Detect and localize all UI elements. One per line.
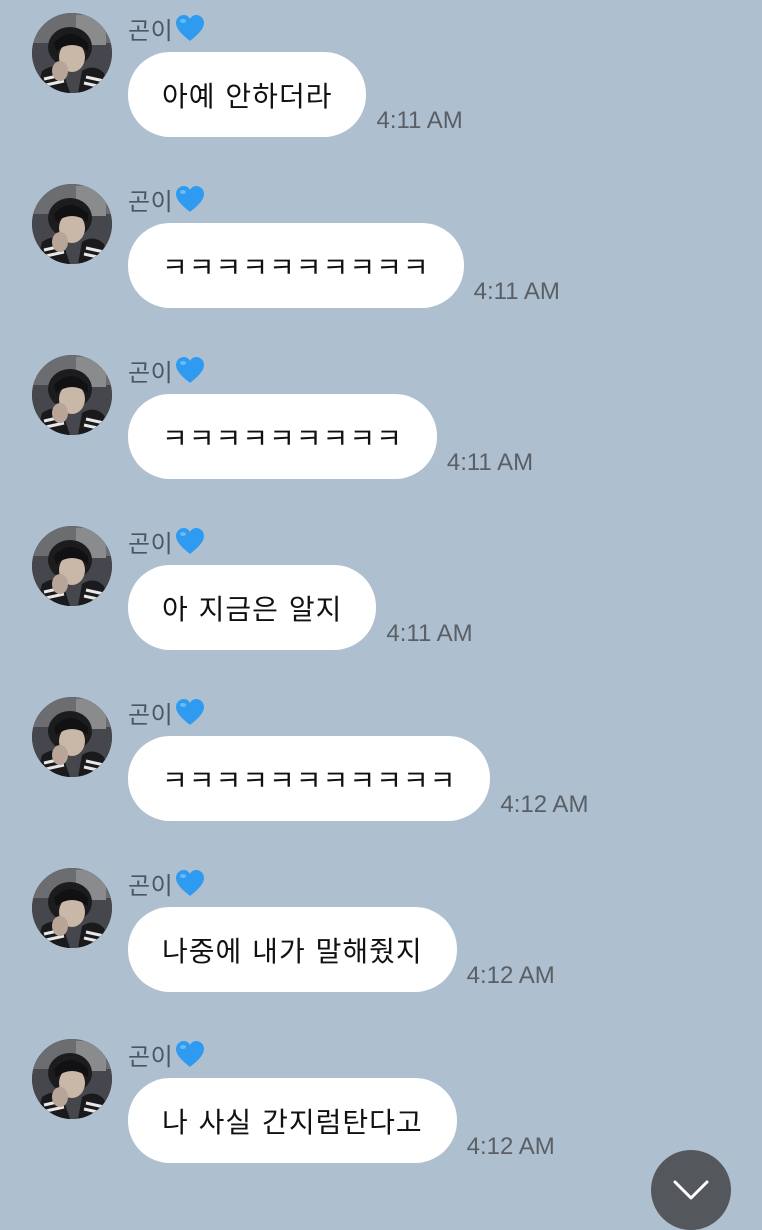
message-text: 나 사실 간지럼탄다고 [162,1105,423,1139]
sender-name: 곤이 [128,1042,174,1071]
message-text: 아 지금은 알지 [162,592,343,626]
message-time: 4:12 AM [466,962,555,989]
message-time: 4:11 AM [446,449,534,476]
message-text: 아예 안하더라 [162,79,333,113]
message-bubble[interactable]: 아예 안하더라 [128,52,367,137]
message-bubble-row: 나중에 내가 말해줬지 4:12 AM [128,907,555,992]
message-bubble-row: 나 사실 간지럼탄다고 4:12 AM [128,1078,555,1163]
avatar[interactable] [32,1039,112,1119]
message-bubble[interactable]: 아 지금은 알지 [128,565,377,650]
blue-heart-icon [176,186,205,212]
blue-heart-icon [176,528,205,554]
message-time: 4:11 AM [386,620,473,647]
message-time: 4:11 AM [473,278,560,305]
message-bubble[interactable]: ㅋㅋㅋㅋㅋㅋㅋㅋㅋㅋㅋ [128,736,491,821]
sender-name: 곤이 [128,700,174,729]
profile-photo-icon [32,13,112,93]
profile-photo-icon [32,355,112,435]
avatar[interactable] [32,697,112,777]
message-bubble-row: 아 지금은 알지 4:11 AM [128,565,473,650]
sender-name: 곤이 [128,871,174,900]
message-bubble[interactable]: ㅋㅋㅋㅋㅋㅋㅋㅋㅋㅋ [128,223,464,308]
avatar[interactable] [32,13,112,93]
message-text: ㅋㅋㅋㅋㅋㅋㅋㅋㅋ [162,421,403,455]
blue-heart-icon [176,870,205,896]
message-bubble[interactable]: 나중에 내가 말해줬지 [128,907,457,992]
blue-heart-icon [176,699,205,725]
message-row: 곤이 나중에 내가 말해줬지 4:12 AM [0,855,762,1026]
message-row: 곤이 아 지금은 알지 4:11 AM [0,513,762,684]
message-bubble-row: ㅋㅋㅋㅋㅋㅋㅋㅋㅋㅋ 4:11 AM [128,223,560,308]
profile-photo-icon [32,184,112,264]
sender-name: 곤이 [128,358,174,387]
avatar[interactable] [32,355,112,435]
sender-name: 곤이 [128,187,174,216]
message-row: 곤이 아예 안하더라 4:11 AM [0,0,762,171]
avatar[interactable] [32,184,112,264]
sender-label: 곤이 [128,352,205,388]
message-row: 곤이 나 사실 간지럼탄다고 4:12 AM [0,1026,762,1197]
avatar[interactable] [32,526,112,606]
profile-photo-icon [32,526,112,606]
sender-label: 곤이 [128,181,205,217]
blue-heart-icon [176,15,205,41]
sender-label: 곤이 [128,694,205,730]
sender-name: 곤이 [128,16,174,45]
message-bubble[interactable]: ㅋㅋㅋㅋㅋㅋㅋㅋㅋ [128,394,437,479]
blue-heart-icon [176,1041,205,1067]
avatar[interactable] [32,868,112,948]
profile-photo-icon [32,868,112,948]
message-bubble-row: ㅋㅋㅋㅋㅋㅋㅋㅋㅋㅋㅋ 4:12 AM [128,736,588,821]
message-time: 4:12 AM [500,791,589,818]
scroll-to-bottom-button[interactable] [651,1150,731,1230]
message-text: ㅋㅋㅋㅋㅋㅋㅋㅋㅋㅋ [162,250,430,284]
message-time: 4:12 AM [466,1133,555,1160]
message-text: ㅋㅋㅋㅋㅋㅋㅋㅋㅋㅋㅋ [162,763,457,797]
message-bubble-row: 아예 안하더라 4:11 AM [128,52,463,137]
profile-photo-icon [32,697,112,777]
sender-label: 곤이 [128,10,205,46]
message-time: 4:11 AM [376,107,463,134]
message-row: 곤이 ㅋㅋㅋㅋㅋㅋㅋㅋㅋㅋㅋ 4:12 AM [0,684,762,855]
message-row: 곤이 ㅋㅋㅋㅋㅋㅋㅋㅋㅋㅋ 4:11 AM [0,171,762,342]
message-bubble-row: ㅋㅋㅋㅋㅋㅋㅋㅋㅋ 4:11 AM [128,394,533,479]
sender-label: 곤이 [128,1036,205,1072]
message-bubble[interactable]: 나 사실 간지럼탄다고 [128,1078,457,1163]
profile-photo-icon [32,1039,112,1119]
chevron-down-icon [673,1180,709,1200]
sender-name: 곤이 [128,529,174,558]
sender-label: 곤이 [128,865,205,901]
sender-label: 곤이 [128,523,205,559]
chat-area[interactable]: 곤이 아예 안하더라 4:11 AM 곤이 ㅋㅋㅋㅋㅋㅋㅋㅋㅋㅋ 4:11 AM… [0,0,762,1199]
blue-heart-icon [176,357,205,383]
message-text: 나중에 내가 말해줬지 [162,934,423,968]
message-row: 곤이 ㅋㅋㅋㅋㅋㅋㅋㅋㅋ 4:11 AM [0,342,762,513]
